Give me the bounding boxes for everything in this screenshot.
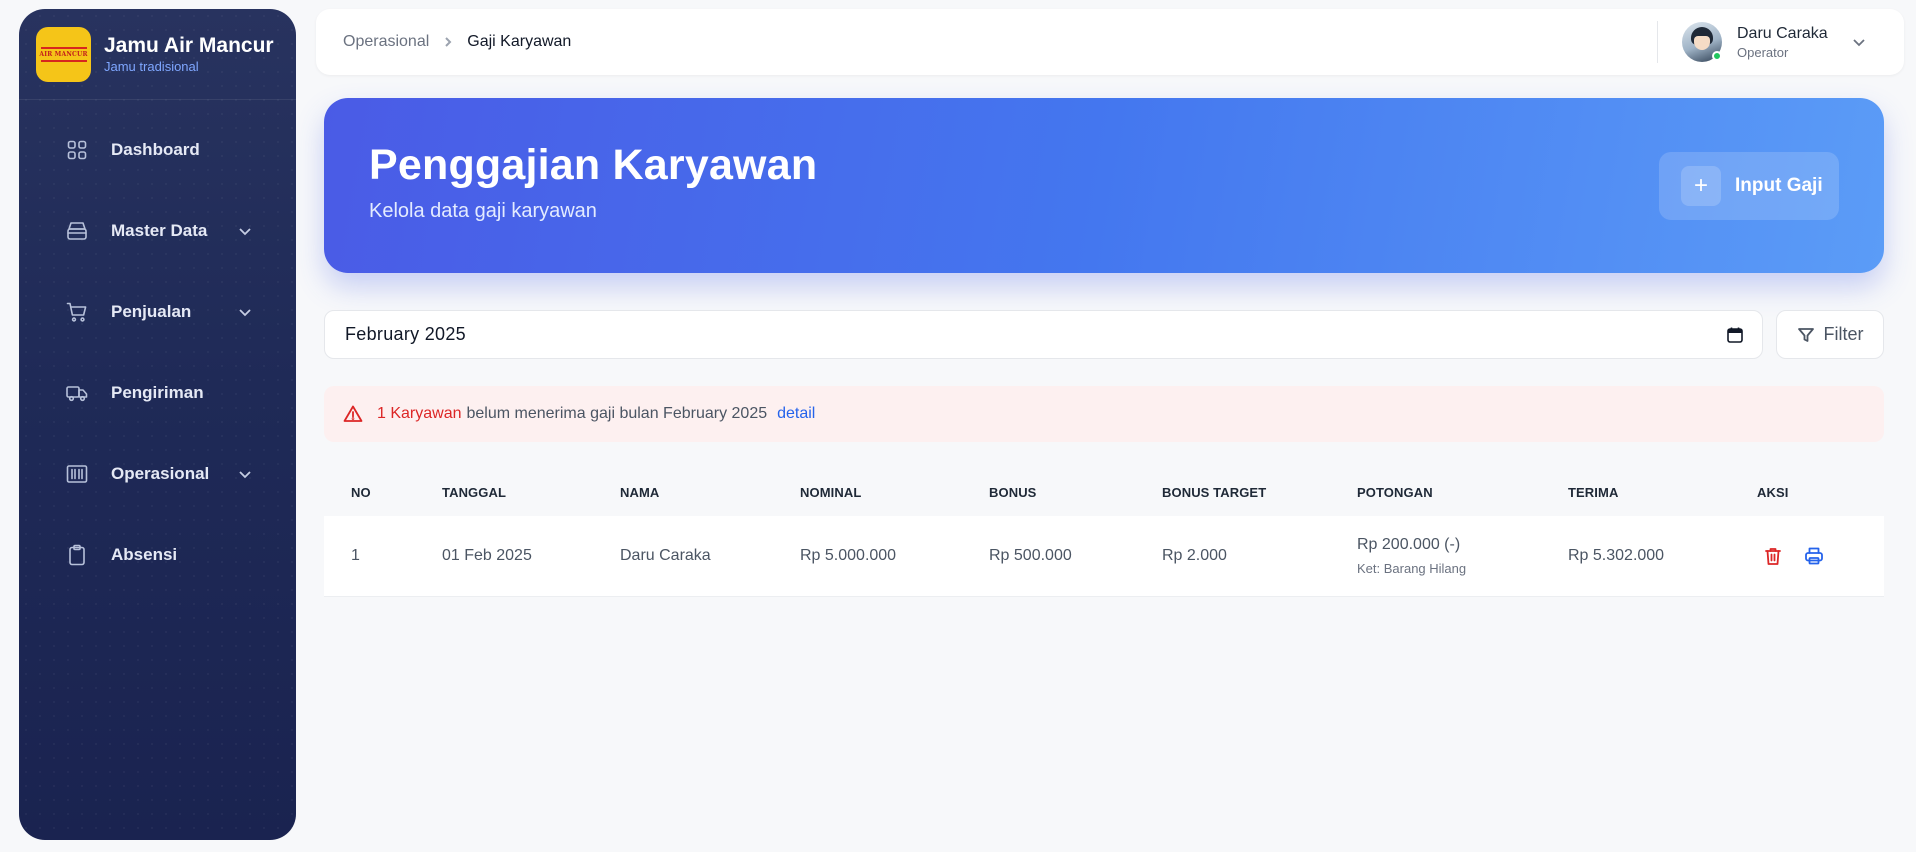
column-header: NOMINAL	[800, 484, 862, 500]
sidebar: AIR MANCUR Jamu Air Mancur Jamu tradisio…	[19, 9, 296, 840]
potongan-note: Ket: Barang Hilang	[1357, 561, 1467, 576]
brand-logo-text: AIR MANCUR	[39, 50, 88, 58]
sidebar-item-label: Master Data	[111, 220, 208, 240]
sidebar-item-label: Operasional	[111, 463, 210, 483]
shopping-cart-icon	[65, 300, 89, 324]
breadcrumb-parent[interactable]: Operasional	[343, 33, 429, 51]
chevron-down-icon[interactable]	[1850, 33, 1868, 51]
cell-no: 1	[351, 547, 360, 564]
sidebar-item-penjualan[interactable]: Penjualan	[19, 271, 296, 352]
filter-icon	[1797, 327, 1814, 342]
breadcrumb: Operasional Gaji Karyawan	[316, 33, 571, 51]
barcode-icon	[65, 462, 89, 486]
printer-icon[interactable]	[1803, 545, 1825, 567]
sidebar-nav: Dashboard Master Data Penjualan Pengirim…	[19, 100, 296, 595]
page-hero: Penggajian Karyawan Kelola data gaji kar…	[324, 98, 1884, 273]
page-subtitle: Kelola data gaji karyawan	[369, 200, 597, 222]
trash-icon[interactable]	[1762, 545, 1784, 567]
chevron-right-icon	[441, 35, 455, 49]
alert-detail-link[interactable]: detail	[777, 405, 815, 423]
breadcrumb-current: Gaji Karyawan	[467, 33, 572, 50]
input-gaji-button[interactable]: + Input Gaji	[1659, 152, 1839, 220]
truck-icon	[65, 381, 89, 405]
sidebar-item-label: Absensi	[111, 544, 178, 564]
chevron-down-icon[interactable]	[237, 304, 253, 320]
column-header: TERIMA	[1568, 484, 1619, 500]
column-header: BONUS TARGET	[1162, 484, 1267, 500]
cell-tanggal: 01 Feb 2025	[442, 547, 532, 564]
sidebar-item-dashboard[interactable]: Dashboard	[19, 109, 296, 190]
sidebar-item-absensi[interactable]: Absensi	[19, 514, 296, 595]
plus-icon: +	[1681, 166, 1721, 206]
salary-table: NO TANGGAL NAMA NOMINAL BONUS BONUS TARG…	[324, 468, 1884, 597]
alert-message: belum menerima gaji bulan February 2025	[466, 405, 768, 422]
cell-nama: Daru Caraka	[620, 547, 711, 564]
page-title: Penggajian Karyawan	[369, 141, 818, 189]
table-header: NO TANGGAL NAMA NOMINAL BONUS BONUS TARG…	[324, 468, 1884, 516]
archive-box-icon	[65, 219, 89, 243]
month-value: February 2025	[345, 324, 466, 344]
sidebar-item-operasional[interactable]: Operasional	[19, 433, 296, 514]
warning-triangle-icon	[343, 405, 363, 422]
avatar[interactable]	[1682, 22, 1722, 62]
brand[interactable]: AIR MANCUR Jamu Air Mancur Jamu tradisio…	[19, 9, 296, 100]
sidebar-item-label: Dashboard	[111, 139, 200, 159]
input-gaji-label: Input Gaji	[1735, 175, 1823, 196]
cell-bonus: Rp 500.000	[989, 547, 1072, 564]
column-header: POTONGAN	[1357, 484, 1433, 500]
clipboard-icon	[65, 543, 89, 567]
brand-subtitle: Jamu tradisional	[104, 58, 199, 74]
column-header: BONUS	[989, 484, 1037, 500]
column-header: NO	[351, 484, 371, 500]
cell-bonus-target: Rp 2.000	[1162, 547, 1227, 564]
sidebar-item-pengiriman[interactable]: Pengiriman	[19, 352, 296, 433]
user-menu[interactable]: Daru Caraka Operator	[1657, 21, 1868, 63]
cell-nominal: Rp 5.000.000	[800, 547, 897, 564]
unpaid-alert: 1 Karyawan belum menerima gaji bulan Feb…	[324, 386, 1884, 442]
month-picker-input[interactable]: February 2025	[324, 310, 1763, 359]
chevron-down-icon[interactable]	[237, 223, 253, 239]
brand-title: Jamu Air Mancur	[104, 33, 274, 57]
chevron-down-icon[interactable]	[237, 466, 253, 482]
cell-potongan: Rp 200.000 (-) Ket: Barang Hilang	[1357, 534, 1466, 578]
alert-count: 1 Karyawan	[377, 405, 462, 422]
table-row: 1 01 Feb 2025 Daru Caraka Rp 5.000.000 R…	[324, 516, 1884, 597]
sidebar-item-master-data[interactable]: Master Data	[19, 190, 296, 271]
user-name: Daru Caraka	[1737, 24, 1828, 42]
column-header: AKSI	[1757, 484, 1789, 500]
sidebar-item-label: Penjualan	[111, 301, 192, 321]
potongan-amount: Rp 200.000 (-)	[1357, 536, 1461, 553]
topbar: Operasional Gaji Karyawan Daru Caraka Op…	[316, 9, 1904, 75]
cell-aksi	[1757, 545, 1825, 567]
brand-logo: AIR MANCUR	[36, 26, 91, 82]
online-status-dot	[1712, 51, 1722, 61]
column-header: TANGGAL	[442, 484, 507, 500]
filter-button[interactable]: Filter	[1776, 310, 1884, 359]
column-header: NAMA	[620, 484, 660, 500]
calendar-icon[interactable]	[1726, 326, 1744, 344]
filter-label: Filter	[1823, 324, 1864, 344]
cell-terima: Rp 5.302.000	[1568, 547, 1665, 564]
user-role: Operator	[1737, 44, 1789, 60]
grid-icon	[65, 138, 89, 162]
sidebar-item-label: Pengiriman	[111, 382, 204, 402]
